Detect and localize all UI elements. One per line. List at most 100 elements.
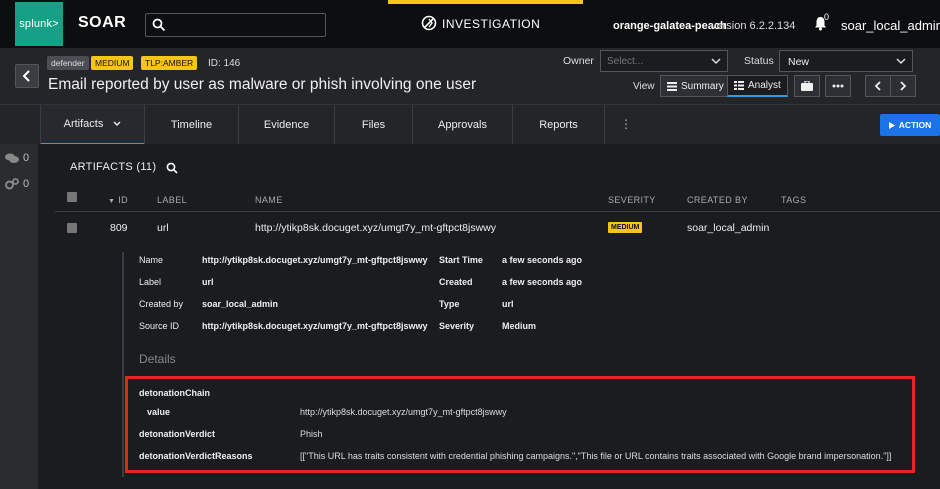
detail-key: Source ID xyxy=(139,321,180,331)
view-summary-button[interactable]: Summary xyxy=(660,75,731,97)
column-header-id[interactable]: ▼ ID xyxy=(108,195,128,205)
app-name: SOAR xyxy=(78,14,127,31)
notification-count: 0 xyxy=(824,12,830,22)
details-section-title: Details xyxy=(139,352,176,366)
column-header-tags[interactable]: TAGS xyxy=(781,195,806,205)
tab-evidence[interactable]: Evidence xyxy=(239,105,335,145)
detail-key: Type xyxy=(439,299,460,309)
tab-approvals[interactable]: Approvals xyxy=(413,105,513,145)
field-key: value xyxy=(147,407,171,417)
more-button[interactable] xyxy=(825,75,851,97)
comments-counter[interactable]: 0 xyxy=(5,152,29,164)
analyst-icon xyxy=(734,81,744,90)
user-menu[interactable]: soar_local_admin xyxy=(841,18,940,33)
left-rail: 0 0 xyxy=(0,144,38,489)
action-button[interactable]: ACTION xyxy=(880,114,940,136)
severity-badge: MEDIUM xyxy=(608,222,643,233)
select-all-checkbox[interactable] xyxy=(67,192,77,202)
field-key: detonationChain xyxy=(139,388,210,398)
column-header-name[interactable]: NAME xyxy=(255,195,283,205)
tab-artifacts[interactable]: Artifacts xyxy=(40,105,145,145)
detail-value: url xyxy=(202,277,214,287)
column-header-label[interactable]: LABEL xyxy=(157,195,187,205)
status-value: New xyxy=(788,56,810,68)
detail-key: Severity xyxy=(439,321,475,331)
more-horizontal-icon xyxy=(832,84,844,88)
detail-value: http://ytikp8sk.docuget.xyz/umgt7y_mt-gf… xyxy=(202,321,428,331)
tab-label: Artifacts xyxy=(63,118,104,130)
chevron-down-icon xyxy=(896,58,906,65)
detail-key: Created xyxy=(439,277,473,287)
artifacts-panel: ARTIFACTS (11) ▼ ID LABEL NAME SEVERITY … xyxy=(38,144,940,489)
field-value: Phish xyxy=(300,429,323,439)
detail-value: http://ytikp8sk.docuget.xyz/umgt7y_mt-gf… xyxy=(202,255,428,265)
detail-key: Label xyxy=(139,277,162,287)
previous-button[interactable] xyxy=(865,75,891,97)
briefcase-icon xyxy=(801,81,813,91)
version-text: version 6.2.2.134 xyxy=(711,20,796,32)
search-input[interactable] xyxy=(145,13,326,37)
view-summary-label: Summary xyxy=(681,80,724,92)
detail-indent-bar xyxy=(122,252,124,477)
artifact-created-by: soar_local_admin xyxy=(687,222,770,234)
tab-reports[interactable]: Reports xyxy=(513,105,605,145)
top-bar: splunk> SOAR INVESTIGATION orange-galate… xyxy=(0,0,940,48)
workflow-count: 0 xyxy=(23,178,30,190)
column-header-severity[interactable]: SEVERITY xyxy=(608,195,656,205)
detail-key: Created by xyxy=(139,299,184,309)
field-value: [["This URL has traits consistent with c… xyxy=(300,451,892,461)
severity-badge[interactable]: MEDIUM xyxy=(91,56,134,70)
owner-placeholder: Select... xyxy=(607,56,644,67)
mode-label[interactable]: INVESTIGATION xyxy=(442,17,540,31)
view-label: View xyxy=(633,81,655,92)
header-id-label: ID xyxy=(118,195,129,205)
column-header-created-by[interactable]: CREATED BY xyxy=(687,195,748,205)
owner-select[interactable]: Select... xyxy=(600,50,728,72)
mode-indicator-bar xyxy=(388,0,583,4)
play-icon xyxy=(888,121,895,129)
artifact-label: url xyxy=(157,222,169,234)
briefcase-button[interactable] xyxy=(794,75,820,97)
more-vertical-icon[interactable]: ⋮ xyxy=(620,117,632,131)
chevron-right-icon xyxy=(900,81,907,91)
tab-timeline[interactable]: Timeline xyxy=(145,105,239,145)
field-key: detonationVerdictReasons xyxy=(139,451,253,461)
search-icon[interactable] xyxy=(166,162,178,174)
view-analyst-button[interactable]: Analyst xyxy=(727,75,788,97)
comment-icon xyxy=(5,153,19,163)
row-checkbox[interactable] xyxy=(67,223,77,233)
detail-value: url xyxy=(502,299,514,309)
tlp-badge[interactable]: TLP:AMBER xyxy=(141,56,198,70)
container-header: defender MEDIUM TLP:AMBER ID: 146 Email … xyxy=(0,48,940,104)
detail-value: a few seconds ago xyxy=(502,255,583,265)
investigation-icon xyxy=(421,15,437,31)
status-label: Status xyxy=(744,55,774,67)
artifacts-title: ARTIFACTS (11) xyxy=(70,161,157,173)
container-title: Email reported by user as malware or phi… xyxy=(48,76,477,93)
search-icon xyxy=(152,18,166,32)
chevron-down-icon xyxy=(113,121,121,126)
back-button[interactable] xyxy=(15,64,39,88)
gears-icon xyxy=(5,178,19,190)
chevron-left-icon xyxy=(874,81,881,91)
summary-icon xyxy=(667,81,677,91)
view-analyst-label: Analyst xyxy=(748,80,781,91)
tab-bar: Artifacts Timeline Evidence Files Approv… xyxy=(0,104,940,145)
status-select[interactable]: New xyxy=(779,50,913,72)
container-id: ID: 146 xyxy=(208,58,241,69)
header-divider xyxy=(55,211,940,212)
artifact-name[interactable]: http://ytikp8sk.docuget.xyz/umgt7y_mt-gf… xyxy=(255,222,496,234)
workflow-counter[interactable]: 0 xyxy=(5,178,29,190)
hostname: orange-galatea-peach xyxy=(613,20,727,32)
owner-label: Owner xyxy=(563,55,594,67)
tag-badge[interactable]: defender xyxy=(47,56,89,70)
next-button[interactable] xyxy=(890,75,916,97)
chevron-left-icon xyxy=(22,70,30,82)
artifact-id[interactable]: 809 xyxy=(110,222,128,234)
chevron-down-icon xyxy=(711,58,721,65)
detail-key: Start Time xyxy=(439,255,483,265)
tab-files[interactable]: Files xyxy=(335,105,413,145)
comments-count: 0 xyxy=(23,152,30,164)
sort-desc-icon: ▼ xyxy=(108,198,116,205)
splunk-logo[interactable]: splunk> xyxy=(15,2,63,46)
